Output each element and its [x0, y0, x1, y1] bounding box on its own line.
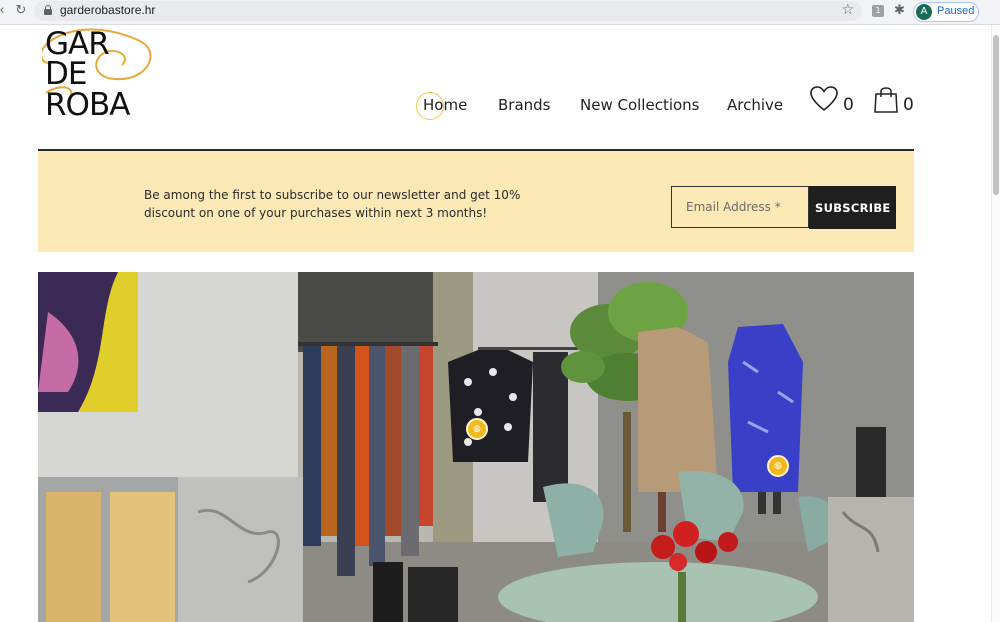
puzzle-extensions-icon[interactable]: ✱	[894, 3, 905, 18]
store-interior-photo: ◍ ◍	[38, 272, 914, 622]
nav-brands[interactable]: Brands	[498, 96, 551, 114]
extension-icon[interactable]: 1	[872, 5, 884, 17]
scrollbar-thumb[interactable]	[993, 35, 999, 195]
profile-button[interactable]: A Paused	[913, 2, 979, 22]
newsletter-banner: Be among the first to subscribe to our n…	[38, 151, 914, 252]
lock-icon[interactable]	[44, 5, 52, 15]
newsletter-message: Be among the first to subscribe to our n…	[144, 188, 521, 220]
page-scrollbar[interactable]	[991, 25, 1000, 622]
logo-line-2: DE	[45, 56, 87, 92]
profile-status: Paused	[937, 5, 975, 17]
logo-line-3: ROBA	[45, 87, 130, 123]
subscribe-button[interactable]: SUBSCRIBE	[809, 186, 896, 229]
bookmark-star-icon[interactable]: ☆	[841, 2, 854, 18]
heart-icon[interactable]	[810, 86, 838, 112]
url-text[interactable]: garderobastore.hr	[60, 3, 155, 17]
site-logo[interactable]: GAR DE ROBA	[42, 27, 152, 123]
product-hotspot-bag-icon[interactable]: ◍	[466, 418, 488, 440]
address-bar[interactable]: garderobastore.hr ☆	[34, 1, 862, 21]
nav-new-collections[interactable]: New Collections	[580, 96, 700, 114]
nav-archive[interactable]: Archive	[727, 96, 783, 114]
store-photo-illustration	[38, 272, 914, 622]
nav-home[interactable]: Home	[423, 96, 467, 114]
back-arrow-icon[interactable]: ‹	[0, 3, 10, 19]
wishlist-count[interactable]: 0	[843, 95, 854, 115]
product-hotspot-bag-icon[interactable]: ◍	[767, 455, 789, 477]
browser-toolbar: ‹ ↻ garderobastore.hr ☆ 1 ✱ A Paused	[0, 0, 1000, 25]
avatar: A	[916, 4, 932, 20]
email-field[interactable]	[671, 186, 809, 228]
reload-icon[interactable]: ↻	[13, 3, 29, 19]
cart-count[interactable]: 0	[903, 95, 914, 115]
shopping-bag-icon[interactable]	[873, 85, 899, 113]
